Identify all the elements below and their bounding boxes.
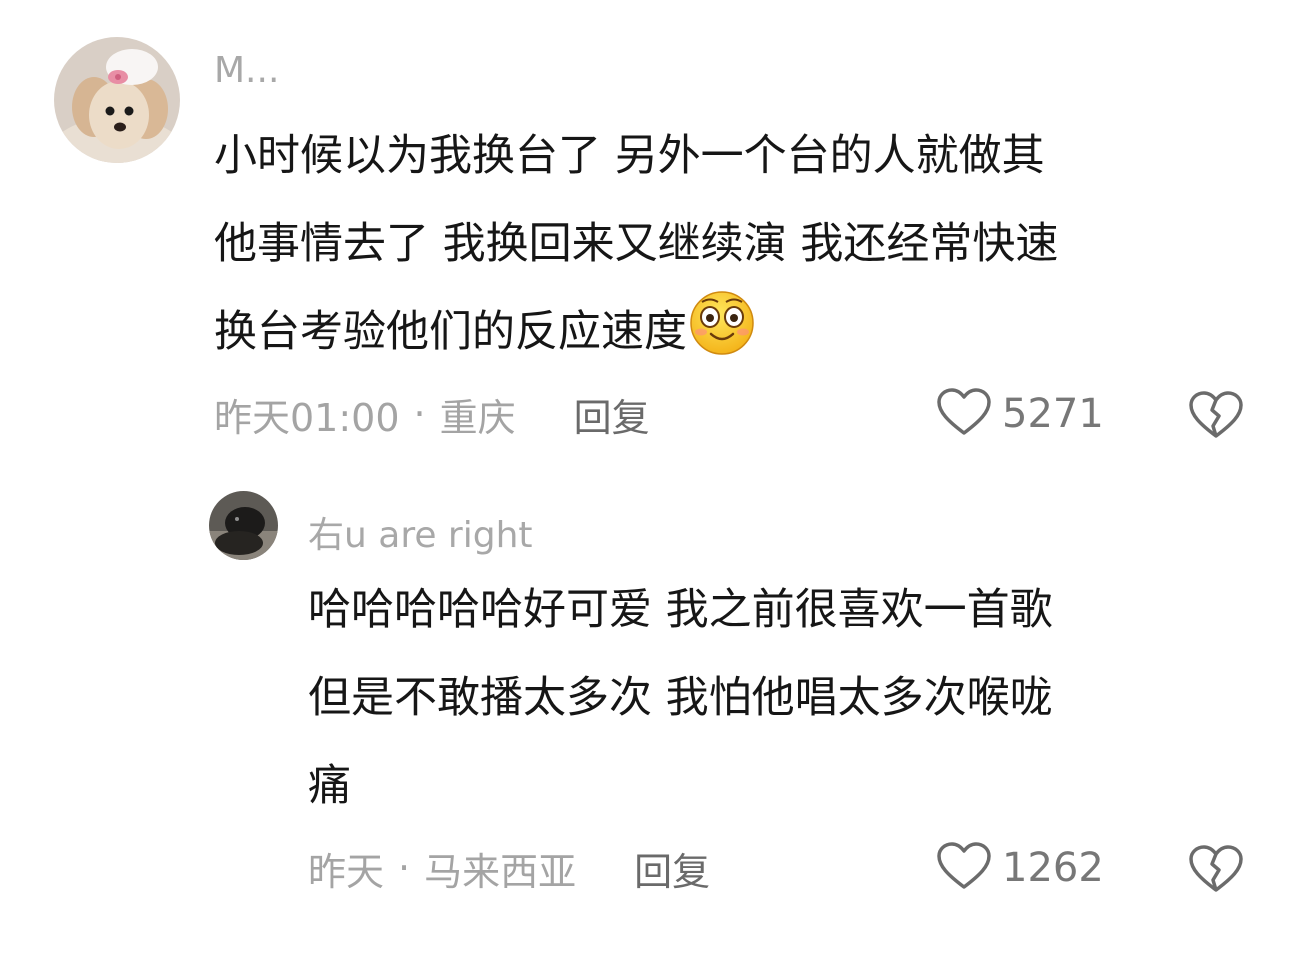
comment-item: M... 小时候以为我换台了 另外一个台的人就做其 他事情去了 我换回来又继续演… — [0, 0, 1309, 470]
comment-text-line: 痛 — [308, 761, 351, 811]
comment-text-line: 小时候以为我换台了 另外一个台的人就做其 — [214, 131, 1045, 181]
comment-time: 昨天01:00 — [214, 395, 400, 440]
comment-meta: 昨天01:00 · 重庆 回复 — [214, 388, 650, 440]
dark-photo-avatar — [209, 491, 278, 560]
comment-text-line: 换台考验他们的反应速度 — [214, 288, 1058, 386]
broken-heart-icon — [1188, 845, 1244, 898]
heart-icon — [936, 841, 992, 895]
comment-meta: 昨天 · 马来西亚 回复 — [308, 842, 710, 894]
poodle-avatar — [54, 37, 180, 163]
heart-icon — [936, 387, 992, 441]
username[interactable]: M... — [214, 50, 279, 91]
username[interactable]: 右u are right — [308, 506, 533, 558]
reply-button[interactable]: 回复 — [634, 841, 710, 896]
broken-heart-icon — [1188, 391, 1244, 444]
comment-location: 重庆 — [439, 395, 516, 440]
dislike-button[interactable] — [1188, 390, 1244, 444]
meta-separator: · — [413, 392, 426, 436]
smiling-emoji-icon — [689, 290, 755, 386]
avatar[interactable] — [54, 37, 180, 163]
comment-text-line: 哈哈哈哈哈好可爱 我之前很喜欢一首歌 — [308, 585, 1053, 635]
comment-text: 小时候以为我换台了 另外一个台的人就做其 他事情去了 我换回来又继续演 我还经常… — [214, 112, 1058, 386]
avatar[interactable] — [209, 491, 278, 560]
meta-separator: · — [398, 846, 411, 890]
comment-time: 昨天 — [308, 849, 385, 894]
comment-text-line: 他事情去了 我换回来又继续演 我还经常快速 — [214, 219, 1059, 269]
like-count: 5271 — [1002, 391, 1104, 437]
comment-text-line-content: 换台考验他们的反应速度 — [214, 307, 687, 357]
comment-text-line: 但是不敢播太多次 我怕他唱太多次喉咙 — [308, 673, 1053, 723]
like-button[interactable]: 1262 — [936, 842, 1104, 894]
like-count: 1262 — [1002, 845, 1104, 891]
comment-location: 马来西亚 — [424, 849, 577, 894]
like-button[interactable]: 5271 — [936, 388, 1104, 440]
reply-item: 右u are right 哈哈哈哈哈好可爱 我之前很喜欢一首歌 但是不敢播太多次… — [0, 470, 1309, 965]
comment-text: 哈哈哈哈哈好可爱 我之前很喜欢一首歌 但是不敢播太多次 我怕他唱太多次喉咙 痛 — [308, 566, 1053, 830]
reply-button[interactable]: 回复 — [574, 387, 650, 442]
dislike-button[interactable] — [1188, 844, 1244, 898]
